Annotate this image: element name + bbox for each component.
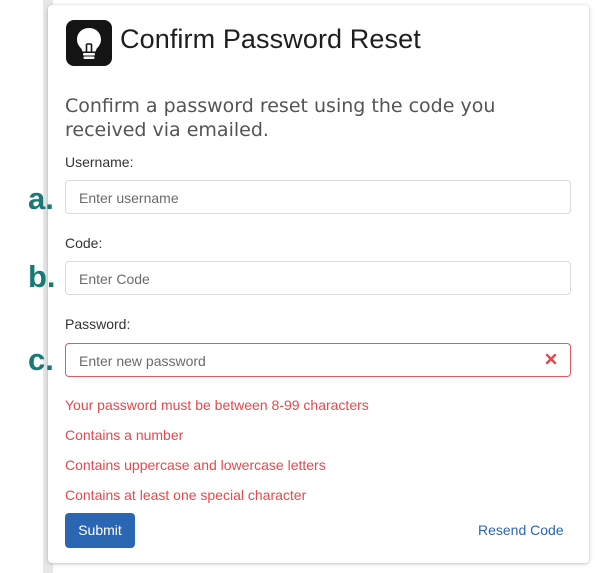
page-title: Confirm Password Reset (120, 24, 421, 54)
annotation-label-b: b. (28, 262, 56, 292)
page-subtitle: Confirm a password reset using the code … (65, 95, 496, 141)
lightbulb-icon (77, 28, 101, 59)
error-length: Your password must be between 8-99 chara… (65, 397, 369, 413)
annotation-label-a: a. (28, 184, 54, 214)
close-icon[interactable] (544, 352, 558, 366)
annotation-label-c: c. (28, 345, 54, 375)
error-case: Contains uppercase and lowercase letters (65, 457, 326, 473)
password-input[interactable]: Enter new password (65, 343, 571, 377)
error-number: Contains a number (65, 427, 184, 443)
username-placeholder: Enter username (79, 190, 179, 206)
code-label: Code: (65, 235, 103, 251)
username-label: Username: (65, 154, 134, 170)
code-placeholder: Enter Code (79, 271, 150, 287)
username-input[interactable]: Enter username (65, 180, 571, 214)
submit-button[interactable]: Submit (65, 513, 135, 548)
annotation-marker-c: c. (28, 345, 54, 375)
resend-code-link[interactable]: Resend Code (478, 522, 564, 538)
error-special: Contains at least one special character (65, 487, 307, 503)
code-input[interactable]: Enter Code (65, 261, 571, 295)
annotation-marker-a: a. (28, 184, 54, 214)
annotation-marker-b: b. (28, 262, 56, 292)
app-logo (66, 20, 112, 66)
password-placeholder: Enter new password (79, 353, 206, 369)
password-label: Password: (65, 316, 131, 332)
